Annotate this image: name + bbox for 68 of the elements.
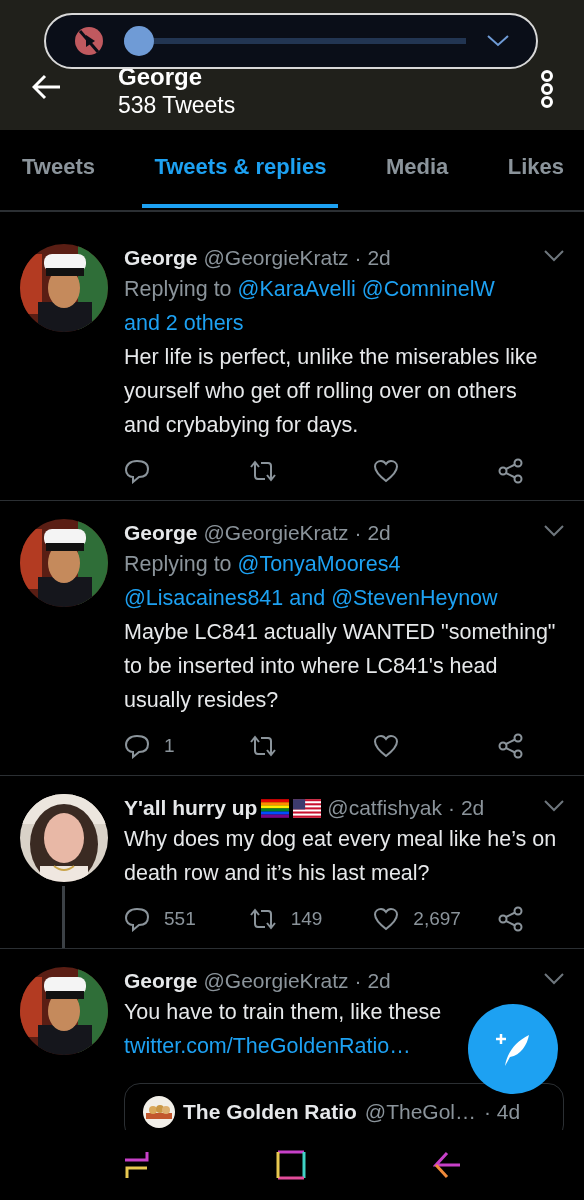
quoted-author-name: The Golden Ratio <box>183 1100 357 1124</box>
mention-link[interactable]: and @StevenHeynow <box>289 581 498 615</box>
tweet-text: Maybe LC841 actually WANTED "something" to be inserted into where LC841's head usually resides? <box>124 619 557 714</box>
mention-link[interactable]: @KaraAvelli <box>237 272 356 306</box>
author-handle: @GeorgieKratz <box>203 245 349 271</box>
heart-icon[interactable] <box>373 907 400 931</box>
reply-icon[interactable] <box>124 733 150 759</box>
mute-icon[interactable] <box>74 26 104 56</box>
action-count: 551 <box>164 908 196 930</box>
action-count: 149 <box>290 908 323 930</box>
home-icon[interactable] <box>276 1150 306 1180</box>
caret-icon[interactable] <box>544 525 564 537</box>
replying-to-label: Replying to <box>124 551 232 578</box>
us-flag-icon <box>293 798 322 818</box>
tweet-time: · 2d <box>354 520 391 546</box>
profile-tab[interactable]: Tweets & replies <box>142 130 339 208</box>
tweet-row[interactable]: Y'all hurry up @catfishyak · 2d Why does my dog eat every meal like he’s on death row and it’s his last meal? 551 149 2,697 <box>0 776 584 949</box>
caret-icon[interactable] <box>544 250 564 262</box>
action-count: 2,697 <box>413 908 461 930</box>
volume-thumb[interactable] <box>124 26 154 56</box>
thread-line <box>62 886 65 948</box>
mention-link[interactable]: @TonyaMoores4 <box>237 547 401 581</box>
reply-icon[interactable] <box>124 906 150 932</box>
mention-link[interactable]: and 2 others <box>124 306 244 340</box>
tweet-time: · 2d <box>448 795 485 821</box>
caret-icon[interactable] <box>544 973 564 985</box>
retweet-icon[interactable] <box>248 460 277 482</box>
caret-icon[interactable] <box>544 800 564 812</box>
tweet-text: Why does my dog eat every meal like he’s on death row and it’s his last meal? <box>124 826 558 887</box>
share-icon[interactable] <box>497 733 524 759</box>
profile-name: George <box>118 64 204 90</box>
tweet-row[interactable]: George @GeorgieKratz · 2d Replying to @KaraAvelli @ComninelW and 2 others Her life is perfect, unlike the miserables like yourself who get off rolling over on others and crybabying for days. <box>0 226 584 501</box>
quoted-author-handle: @TheGol… <box>364 1100 477 1124</box>
tweet-text: Her life is perfect, unlike the miserables like yourself who get off rolling over on others and crybabying for days. <box>124 344 539 439</box>
recent-apps-icon[interactable] <box>123 1150 150 1180</box>
reply-icon[interactable] <box>124 458 150 484</box>
author-name: George <box>124 968 198 994</box>
retweet-icon[interactable] <box>248 735 277 757</box>
action-count: 1 <box>164 735 175 757</box>
author-handle: @GeorgieKratz <box>203 968 349 994</box>
tweet-time: · 2d <box>354 968 391 994</box>
back-arrow-icon[interactable] <box>32 74 62 100</box>
heart-icon[interactable] <box>373 734 400 758</box>
author-name: George <box>124 520 198 546</box>
more-options-icon[interactable] <box>540 70 554 108</box>
share-icon[interactable] <box>497 458 524 484</box>
profile-tab[interactable]: Likes <box>495 130 576 208</box>
tweet-text: You have to train them, like these <box>124 999 443 1026</box>
mention-link[interactable]: @Lisacaines841 <box>124 581 284 615</box>
author-name: George <box>124 245 198 271</box>
retweet-icon[interactable] <box>248 908 277 930</box>
author-handle: @GeorgieKratz <box>203 520 349 546</box>
profile-tab[interactable]: Tweets <box>10 130 107 208</box>
mention-link[interactable]: @ComninelW <box>361 272 495 306</box>
tweet-time: · 2d <box>354 245 391 271</box>
author-handle: @catfishyak <box>327 795 443 821</box>
back-icon[interactable] <box>432 1150 461 1180</box>
tweet-count: 538 Tweets <box>118 91 237 120</box>
quoted-tweet-time: · 4d <box>484 1100 521 1124</box>
replying-to-label: Replying to <box>124 276 232 303</box>
tweet-row[interactable]: George @GeorgieKratz · 2d Replying to @TonyaMoores4 @Lisacaines841 and @StevenHeynow Maybe LC841 actually WANTED "something" to be inserted into where LC841's head usually resides? 1 <box>0 501 584 776</box>
author-name: Y'all hurry up <box>124 795 258 821</box>
chevron-down-icon[interactable] <box>486 34 510 48</box>
profile-tab[interactable]: Media <box>373 130 461 208</box>
heart-icon[interactable] <box>373 459 400 483</box>
rainbow-flag-icon <box>261 798 290 818</box>
tweet-link[interactable]: twitter.com/TheGoldenRatio… <box>124 1029 564 1063</box>
share-icon[interactable] <box>497 906 524 932</box>
